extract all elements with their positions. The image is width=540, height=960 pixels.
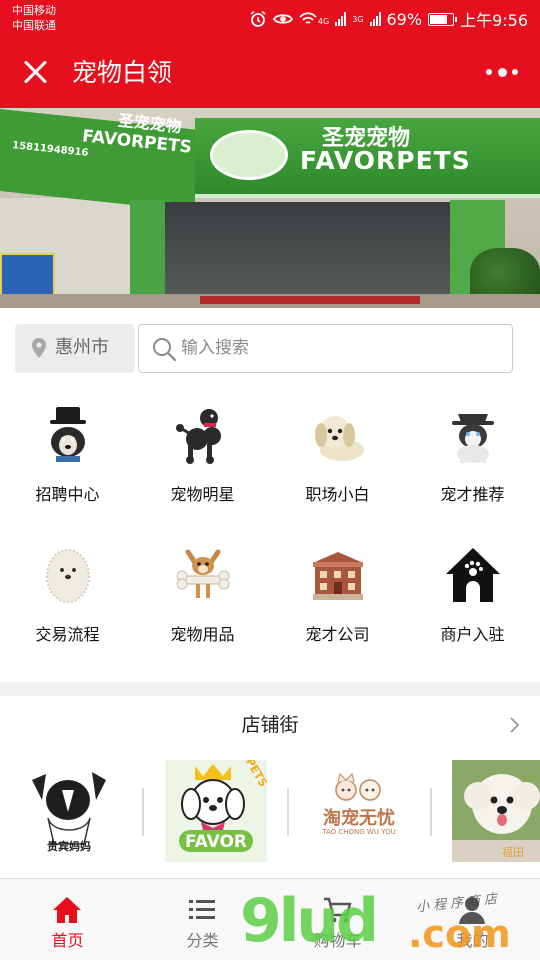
menu-label: 职场小白 (305, 485, 370, 504)
shop-name: FAVOR (184, 832, 248, 852)
title-bar: 宠物白领 (0, 38, 540, 108)
tab-cart[interactable]: 购物车 (270, 879, 405, 960)
menu-label: 交易流程 (35, 625, 100, 644)
husky-icon (452, 414, 494, 463)
pet-house-icon (446, 548, 500, 602)
search-box[interactable] (138, 324, 513, 373)
poodle-icon (176, 409, 221, 464)
shop-logo-favor[interactable]: FAVOR PETS (165, 760, 267, 862)
alarm-icon (250, 10, 266, 27)
clock: 上午9:56 (460, 11, 528, 30)
puppy-icon (315, 416, 364, 461)
banner-pillar-left (130, 200, 170, 308)
store-banner[interactable]: 圣宠宠物 FAVORPETS 圣宠宠物 FAVORPETS 1581194891… (0, 108, 540, 308)
dog-logo-icon (210, 130, 288, 180)
eye-icon (272, 14, 293, 24)
chihuahua-bone-icon (176, 549, 230, 598)
tab-mine[interactable]: 我的 (405, 879, 540, 960)
tab-bar: 首页 分类 购物车 我的 (0, 878, 540, 960)
shop-logo-guibin[interactable]: 贵宾妈妈 (18, 760, 120, 862)
shop-divider (430, 788, 432, 836)
building-icon (313, 552, 363, 600)
city-selector[interactable]: 惠州市 (15, 324, 135, 373)
tab-label: 首页 (51, 931, 84, 950)
dog-top-hat-icon (50, 407, 86, 462)
tab-category[interactable]: 分类 (135, 879, 270, 960)
shop-divider (142, 788, 144, 836)
status-icons: 4G 3G 69% 上午9:56 (249, 8, 528, 30)
tab-home[interactable]: 首页 (0, 879, 135, 960)
chevron-right-icon[interactable] (510, 717, 520, 733)
more-options-button[interactable] (486, 64, 518, 80)
menu-item-pet-stars[interactable]: 宠物明星 (135, 384, 270, 514)
menu-item-talent-company[interactable]: 宠才公司 (270, 524, 405, 654)
carrier-2: 中国联通 (12, 19, 56, 32)
menu-label: 宠物明星 (170, 485, 235, 504)
shop-logo-futian[interactable]: 福田 (452, 760, 540, 862)
wifi-icon (299, 12, 317, 24)
banner-poster (0, 253, 55, 298)
user-icon (459, 897, 485, 924)
shop-name: 贵宾妈妈 (47, 840, 91, 853)
page-title: 宠物白领 (72, 58, 173, 87)
location-pin-icon (32, 338, 46, 358)
signal-icon (335, 12, 347, 26)
shop-divider (287, 788, 289, 836)
battery-percent: 69% (386, 9, 423, 29)
network-label-2: 3G (352, 14, 364, 24)
shop-name: 淘宠无忧 (323, 808, 395, 829)
fluffy-dog-icon (46, 549, 90, 603)
signal-icon-2 (369, 12, 381, 26)
menu-item-merchant-join[interactable]: 商户入驻 (405, 524, 540, 654)
carrier-info: 中国移动 中国联通 (12, 3, 56, 33)
menu-item-pet-supplies[interactable]: 宠物用品 (135, 524, 270, 654)
search-input[interactable] (181, 333, 501, 363)
home-icon (53, 897, 81, 923)
banner-carpet (200, 296, 420, 304)
shop-logo-taochong[interactable]: 淘宠无忧 TAO CHONG WU YOU (308, 760, 410, 862)
shop-street-title: 店铺街 (241, 714, 299, 736)
menu-item-workplace-newbie[interactable]: 职场小白 (270, 384, 405, 514)
shop-name: 福田 (502, 846, 524, 859)
menu-item-recruitment[interactable]: 招聘中心 (0, 384, 135, 514)
close-button[interactable] (22, 58, 50, 86)
menu-label: 商户入驻 (440, 625, 505, 644)
banner-sign-en: FAVORPETS (300, 146, 471, 175)
menu-label: 宠物用品 (170, 625, 235, 644)
carrier-1: 中国移动 (12, 4, 56, 17)
menu-item-trade-process[interactable]: 交易流程 (0, 524, 135, 654)
list-icon (189, 900, 215, 919)
menu-item-talent-recommend[interactable]: 宠才推荐 (405, 384, 540, 514)
battery-icon (428, 12, 458, 26)
network-label-1: 4G (317, 17, 330, 26)
cart-icon (324, 897, 352, 923)
menu-label: 宠才公司 (305, 625, 370, 644)
city-label: 惠州市 (55, 337, 109, 358)
tab-label: 分类 (186, 931, 219, 950)
menu-label: 招聘中心 (35, 485, 100, 504)
status-bar: 中国移动 中国联通 4G 3G 69% 上午9:56 (0, 0, 540, 38)
tab-label: 购物车 (313, 931, 362, 950)
menu-grid: 招聘中心 宠物明星 职场小白 宠才推荐 交易流程 宠物用品 宠才公司 商户入驻 (0, 384, 540, 682)
tab-label: 我的 (456, 931, 489, 950)
shop-sub: TAO CHONG WU YOU (322, 828, 396, 836)
banner-shopfront (165, 202, 455, 308)
bichon-photo-icon (452, 760, 540, 862)
menu-label: 宠才推荐 (440, 485, 505, 504)
search-row: 惠州市 (0, 308, 540, 384)
shop-street-section: 店铺街 贵宾妈妈 FAVOR PETS 淘宠无忧 TAO CHONG WU YO… (0, 696, 540, 878)
search-icon (153, 338, 177, 362)
